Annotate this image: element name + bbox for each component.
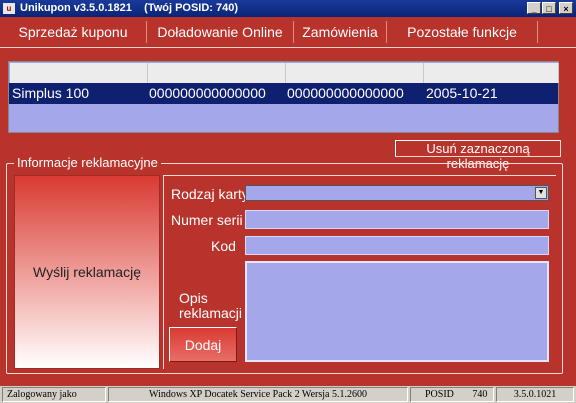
status-bar: Zalogowany jako Windows XP Docatek Servi… bbox=[0, 386, 576, 403]
delete-selected-button[interactable]: Usuń zaznaczoną reklamację bbox=[395, 140, 561, 171]
description-textarea[interactable] bbox=[245, 261, 549, 362]
cell-date: 2005-10-21 bbox=[426, 85, 498, 101]
menu-item-topup[interactable]: Doładowanie Online bbox=[147, 17, 293, 47]
menu-item-orders[interactable]: Zamówienia bbox=[294, 17, 386, 47]
posid-title: (Twój POSID: 740) bbox=[144, 2, 239, 14]
minimize-icon: _ bbox=[531, 4, 537, 14]
complaints-list[interactable]: Simplus 100 000000000000000 000000000000… bbox=[8, 61, 559, 133]
status-os: Windows XP Docatek Service Pack 2 Wersja… bbox=[108, 387, 408, 402]
maximize-icon: □ bbox=[546, 4, 552, 14]
app-icon: u bbox=[3, 3, 15, 14]
cell-serial: 000000000000000 bbox=[149, 85, 266, 101]
code-input[interactable] bbox=[245, 236, 549, 255]
description-label-line1: Opis bbox=[179, 290, 208, 306]
column-header[interactable] bbox=[424, 63, 559, 83]
column-header[interactable] bbox=[286, 63, 424, 83]
status-version: 3.5.0.1021 bbox=[496, 387, 574, 402]
cell-code: 000000000000000 bbox=[287, 85, 404, 101]
send-complaint-button[interactable]: Wyślij reklamację bbox=[14, 175, 160, 369]
menu-item-other[interactable]: Pozostałe funkcje bbox=[387, 17, 537, 47]
title-bar[interactable]: u Unikupon v3.5.0.1821 (Twój POSID: 740)… bbox=[0, 0, 576, 17]
app-window: u Unikupon v3.5.0.1821 (Twój POSID: 740)… bbox=[0, 0, 576, 403]
card-type-label: Rodzaj karty bbox=[171, 186, 249, 202]
add-button[interactable]: Dodaj bbox=[169, 327, 237, 362]
app-title: Unikupon v3.5.0.1821 bbox=[20, 2, 132, 14]
chevron-down-icon[interactable]: ▼ bbox=[535, 187, 547, 199]
group-title: Informacje reklamacyjne bbox=[14, 155, 161, 170]
description-label-line2: reklamacji bbox=[179, 305, 243, 321]
table-row[interactable]: Simplus 100 000000000000000 000000000000… bbox=[9, 83, 558, 104]
minimize-button[interactable]: _ bbox=[527, 2, 541, 14]
close-icon: × bbox=[563, 4, 569, 14]
window-title: Unikupon v3.5.0.1821 (Twój POSID: 740) bbox=[20, 2, 238, 14]
posid-label: POSID bbox=[425, 389, 454, 400]
menu-divider bbox=[537, 21, 538, 43]
menu-bar: Sprzedaż kuponu Doładowanie Online Zamów… bbox=[0, 17, 576, 48]
cell-card-name: Simplus 100 bbox=[12, 85, 90, 101]
close-button[interactable]: × bbox=[559, 2, 573, 14]
status-logged-as: Zalogowany jako bbox=[2, 387, 106, 402]
status-posid: POSID 740 bbox=[410, 387, 494, 402]
maximize-button[interactable]: □ bbox=[542, 2, 556, 14]
card-type-select[interactable]: ▼ bbox=[245, 185, 549, 201]
send-complaint-label: Wyślij reklamację bbox=[32, 264, 141, 280]
code-label: Kod bbox=[211, 238, 236, 254]
menu-item-sale[interactable]: Sprzedaż kuponu bbox=[0, 17, 146, 47]
posid-value: 740 bbox=[472, 389, 488, 400]
column-header[interactable] bbox=[148, 63, 286, 83]
serial-input[interactable] bbox=[245, 210, 549, 229]
serial-label: Numer serii bbox=[171, 212, 243, 228]
column-header[interactable] bbox=[10, 63, 148, 83]
